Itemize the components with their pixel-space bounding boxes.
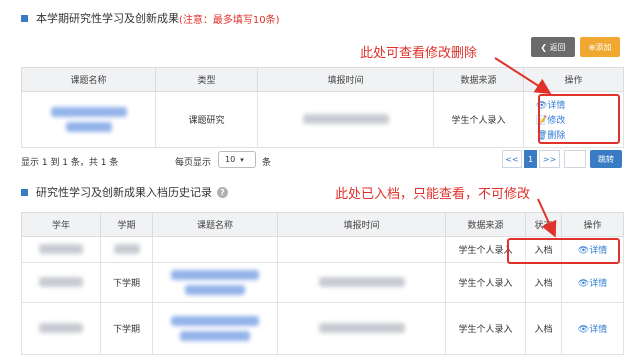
- highlight-box-archived: [507, 238, 620, 264]
- redacted-cell: [21, 236, 101, 263]
- page-input[interactable]: [564, 150, 586, 168]
- detail-link[interactable]: 👁详情: [561, 262, 624, 303]
- redacted-cell: [257, 91, 434, 148]
- per-page-unit: 条: [262, 158, 272, 168]
- add-button[interactable]: ⊕ 添加: [580, 37, 620, 57]
- col-header: 课题名称: [152, 212, 278, 237]
- chevron-left-icon: ❮: [540, 42, 548, 52]
- plus-circle-icon: ⊕: [588, 42, 596, 52]
- per-page-label: 每页显示: [175, 158, 212, 168]
- status-cell: 入档: [525, 262, 562, 303]
- redacted-cell: [277, 302, 446, 355]
- col-header: 填报时间: [257, 67, 434, 92]
- col-header: 学年: [21, 212, 101, 237]
- pagination-summary: 显示 1 到 1 条，共 1 条: [21, 158, 119, 168]
- redacted-cell: [152, 236, 278, 263]
- source-cell: 学生个人录入: [445, 262, 526, 303]
- term-cell: 下学期: [100, 262, 153, 303]
- add-button-label: 添加: [595, 42, 612, 52]
- redacted-cell: [21, 302, 101, 355]
- status-cell: 入档: [525, 302, 562, 355]
- section-title-text: 本学期研究性学习及创新成果: [36, 12, 179, 25]
- source-cell: 学生个人录入: [433, 91, 524, 148]
- redacted-cell: [152, 262, 278, 303]
- col-header: 填报时间: [277, 212, 446, 237]
- type-cell: 课题研究: [155, 91, 258, 148]
- section-title-current: 本学期研究性学习及创新成果 (注意：最多填写10条): [21, 10, 280, 26]
- highlight-box-actions: [538, 94, 620, 144]
- redacted-cell: [100, 236, 153, 263]
- redacted-cell: [21, 262, 101, 303]
- source-cell: 学生个人录入: [445, 302, 526, 355]
- history-table: 学年 学期 课题名称 填报时间 数据来源 状态 操作 学生个人录入 入档 👁详情…: [21, 212, 624, 355]
- annotation-top: 此处可查看修改删除: [360, 46, 478, 61]
- detail-link[interactable]: 👁详情: [561, 302, 624, 355]
- table-row: 下学期 学生个人录入 入档 👁详情: [21, 302, 624, 355]
- col-header: 学期: [100, 212, 153, 237]
- section-marker-icon: [21, 14, 28, 22]
- per-page-value: 10: [225, 155, 236, 164]
- next-page-button[interactable]: >>: [539, 150, 560, 168]
- current-results-table: 课题名称 类型 填报时间 数据来源 操作 课题研究 学生个人录入 👁详情 📝修改…: [21, 67, 624, 148]
- table-row: 下学期 学生个人录入 入档 👁详情: [21, 262, 624, 303]
- col-header: 类型: [155, 67, 258, 92]
- jump-button[interactable]: 跳转: [590, 150, 622, 168]
- redacted-cell: [277, 236, 446, 263]
- redacted-cell: [277, 262, 446, 303]
- col-header: 课题名称: [21, 67, 156, 92]
- annotation-bottom: 此处已入档，只能查看，不可修改: [335, 187, 531, 202]
- col-header: 数据来源: [445, 212, 526, 237]
- col-header: 操作: [523, 67, 624, 92]
- chevron-down-icon: ▾: [240, 155, 244, 164]
- section-title-history: 研究性学习及创新成果入档历史记录 ?: [21, 184, 228, 200]
- section-marker-icon: [21, 188, 28, 196]
- col-header: 数据来源: [433, 67, 524, 92]
- term-cell: 下学期: [100, 302, 153, 355]
- back-button-label: 返回: [549, 42, 566, 52]
- current-page-button[interactable]: 1: [524, 150, 537, 168]
- help-icon[interactable]: ?: [217, 186, 228, 198]
- section-note: (注意：最多填写10条): [179, 14, 280, 26]
- redacted-cell: [152, 302, 278, 355]
- redacted-cell: [21, 91, 156, 148]
- back-button[interactable]: ❮ 返回: [531, 37, 575, 57]
- per-page-select[interactable]: 10 ▾: [218, 151, 256, 168]
- prev-page-button[interactable]: <<: [502, 150, 522, 168]
- col-header: 操作: [561, 212, 624, 237]
- col-header: 状态: [525, 212, 562, 237]
- section-title-text: 研究性学习及创新成果入档历史记录: [36, 186, 212, 199]
- table-row: 课题研究 学生个人录入 👁详情 📝修改 🗑删除: [21, 91, 624, 148]
